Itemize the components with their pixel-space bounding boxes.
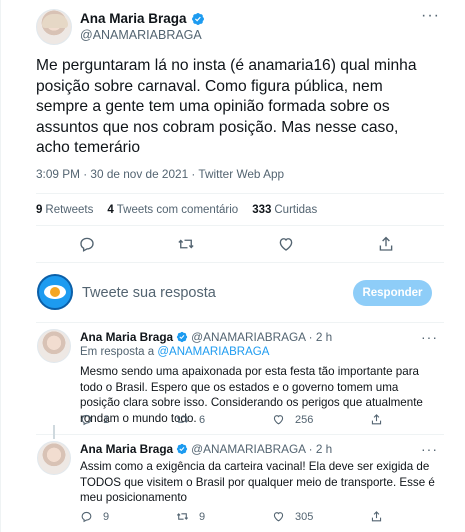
verified-badge-icon bbox=[191, 12, 204, 25]
reply-header: Ana Maria Braga @ANAMARIABRAGA · 2 h bbox=[80, 330, 332, 344]
tweet-actions bbox=[1, 235, 465, 255]
retweet-count: 9 bbox=[199, 510, 206, 523]
retweet-icon bbox=[176, 513, 189, 520]
retweets-label: Retweets bbox=[45, 204, 94, 216]
retweet-icon[interactable] bbox=[177, 235, 195, 253]
more-options-icon[interactable]: ··· bbox=[421, 8, 441, 26]
share-action[interactable] bbox=[370, 413, 393, 426]
divider bbox=[36, 193, 444, 194]
author-name[interactable]: Ana Maria Braga bbox=[80, 330, 173, 344]
thread-connector bbox=[53, 425, 55, 439]
share-icon bbox=[371, 511, 382, 522]
tweet-timestamp[interactable]: 3:09 PM · 30 de nov de 2021 · Twitter We… bbox=[36, 167, 284, 181]
quotes-label: Tweets com comentário bbox=[116, 204, 239, 216]
retweet-count: 6 bbox=[199, 413, 206, 426]
replying-to-link[interactable]: @ANAMARIABRAGA bbox=[157, 346, 269, 358]
retweet-action[interactable]: 9 bbox=[176, 510, 205, 523]
like-action[interactable]: 305 bbox=[272, 510, 313, 523]
divider bbox=[36, 434, 444, 435]
like-action[interactable]: 256 bbox=[272, 413, 313, 426]
author-name[interactable]: Ana Maria Braga bbox=[80, 442, 173, 456]
tweet-detail: Ana Maria Braga @ANAMARIABRAGA ··· Me pe… bbox=[0, 0, 465, 532]
reply-composer: Tweete sua resposta Responder bbox=[1, 268, 465, 318]
author-handle[interactable]: @ANAMARIABRAGA · 2 h bbox=[191, 330, 332, 344]
likes-label: Curtidas bbox=[274, 204, 318, 216]
tweet-text: Me perguntaram lá no insta (é anamaria16… bbox=[36, 57, 417, 156]
reply-text: Assim como a exigência da carteira vacin… bbox=[80, 460, 435, 504]
reply-input[interactable]: Tweete sua resposta bbox=[82, 285, 216, 301]
reply-icon bbox=[81, 511, 92, 523]
more-options-icon[interactable]: ··· bbox=[421, 329, 438, 345]
reply-button[interactable]: Responder bbox=[353, 280, 432, 306]
reply-actions: 9 9 305 bbox=[80, 510, 440, 524]
reply-icon[interactable] bbox=[78, 235, 96, 253]
avatar[interactable] bbox=[37, 441, 71, 475]
reply-tweet[interactable]: Ana Maria Braga @ANAMARIABRAGA · 2 h ···… bbox=[1, 329, 465, 429]
share-icon bbox=[371, 414, 382, 425]
retweets-stat[interactable]: 9 Retweets bbox=[36, 204, 93, 216]
like-icon[interactable] bbox=[277, 235, 295, 253]
reply-count: 1 bbox=[103, 413, 110, 426]
likes-count: 333 bbox=[252, 204, 272, 216]
share-icon[interactable] bbox=[377, 235, 395, 253]
author-handle[interactable]: @ANAMARIABRAGA · 2 h bbox=[191, 442, 332, 456]
author-handle[interactable]: @ANAMARIABRAGA bbox=[80, 28, 205, 42]
reply-action[interactable]: 9 bbox=[80, 510, 109, 523]
avatar[interactable] bbox=[36, 9, 72, 45]
author-block: Ana Maria Braga @ANAMARIABRAGA bbox=[80, 11, 205, 45]
replying-to: Em resposta a @ANAMARIABRAGA bbox=[80, 346, 269, 358]
quotes-count: 4 bbox=[107, 204, 114, 216]
avatar[interactable] bbox=[37, 329, 71, 363]
reply-tweet[interactable]: Ana Maria Braga @ANAMARIABRAGA · 2 h ···… bbox=[1, 441, 465, 531]
tweet-stats: 9 Retweets 4 Tweets com comentário 333 Curt… bbox=[36, 204, 331, 216]
likes-stat[interactable]: 333 Curtidas bbox=[252, 204, 317, 216]
divider bbox=[36, 322, 444, 323]
like-icon bbox=[273, 512, 284, 522]
reply-count: 9 bbox=[103, 510, 110, 523]
like-count: 256 bbox=[295, 413, 314, 426]
reply-action[interactable]: 1 bbox=[80, 413, 109, 426]
current-user-avatar[interactable] bbox=[37, 274, 73, 310]
verified-badge-icon bbox=[176, 331, 188, 343]
retweets-count: 9 bbox=[36, 204, 43, 216]
like-icon bbox=[273, 415, 284, 425]
reply-actions: 1 6 256 bbox=[80, 413, 440, 427]
divider bbox=[36, 225, 444, 226]
verified-badge-icon bbox=[176, 443, 188, 455]
replying-prefix: Em resposta a bbox=[80, 346, 155, 358]
share-action[interactable] bbox=[370, 510, 393, 523]
divider bbox=[36, 262, 444, 263]
author-name[interactable]: Ana Maria Braga bbox=[80, 11, 187, 26]
reply-header: Ana Maria Braga @ANAMARIABRAGA · 2 h bbox=[80, 442, 332, 456]
like-count: 305 bbox=[295, 510, 314, 523]
retweet-action[interactable]: 6 bbox=[176, 413, 205, 426]
quotes-stat[interactable]: 4 Tweets com comentário bbox=[107, 204, 238, 216]
retweet-icon bbox=[176, 416, 189, 423]
more-options-icon[interactable]: ··· bbox=[421, 441, 438, 457]
reply-icon bbox=[81, 414, 92, 426]
tweet-header: Ana Maria Braga @ANAMARIABRAGA bbox=[36, 9, 205, 45]
